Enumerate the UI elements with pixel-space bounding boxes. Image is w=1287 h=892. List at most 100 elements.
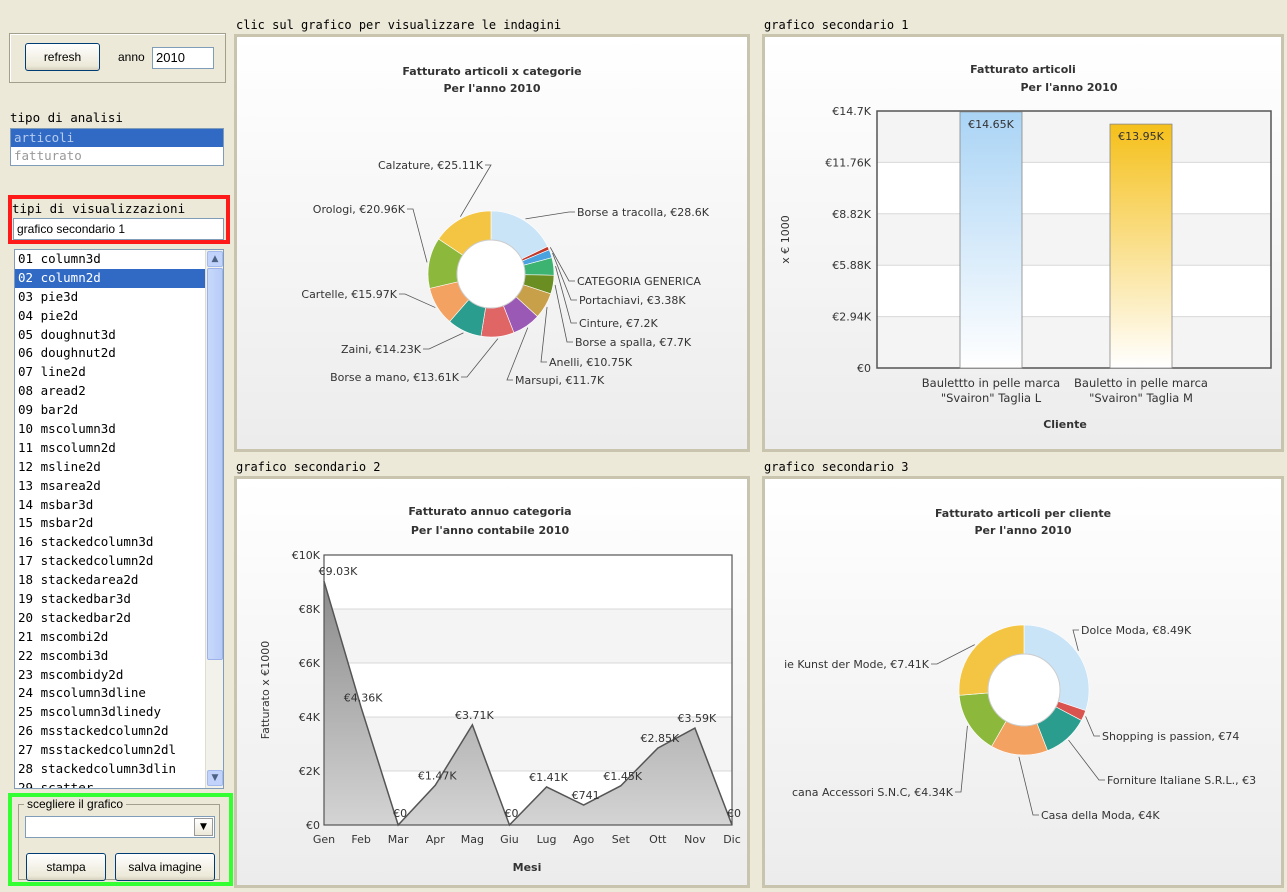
x-tick-label: Ago: [573, 833, 595, 846]
list-item[interactable]: 06 doughnut2d: [15, 344, 205, 363]
sec1-chart-panel[interactable]: Fatturato articoli Per l'anno 2010 €0 €2.94…: [762, 34, 1284, 452]
chart-title: Fatturato articoli: [970, 63, 1076, 76]
list-item[interactable]: 07 line2d: [15, 363, 205, 382]
scroll-thumb[interactable]: [207, 268, 223, 660]
x-tick-label: "Svairon" Taglia L: [941, 391, 1042, 405]
pie-leader-line: [555, 266, 577, 324]
list-item[interactable]: 09 bar2d: [15, 401, 205, 420]
visualizzazioni-heading: tipi di visualizzazioni: [12, 201, 186, 216]
list-item[interactable]: 22 mscombi3d: [15, 647, 205, 666]
anno-label: anno: [118, 50, 145, 64]
bar: [959, 111, 1023, 369]
pie-leader-line: [460, 164, 492, 217]
pie-label: cana Accessori S.N.C, €4.34K: [792, 786, 954, 799]
sec3-doughnut-chart[interactable]: Fatturato articoli per cliente Per l'anno…: [765, 479, 1281, 885]
list-item[interactable]: 24 mscolumn3dline: [15, 684, 205, 703]
chart-title: Fatturato articoli per cliente: [935, 507, 1111, 520]
list-item[interactable]: 13 msarea2d: [15, 477, 205, 496]
chart-type-list[interactable]: 01 column3d 02 column2d 03 pie3d 04 pie2d 05…: [14, 249, 224, 789]
pie-leader-line: [554, 284, 573, 343]
plot-band: [877, 162, 1271, 214]
area-value-label: €1.47K: [418, 769, 457, 782]
plot-band: [877, 213, 1271, 266]
list-item[interactable]: 18 stackedarea2d: [15, 571, 205, 590]
list-item[interactable]: 14 msbar3d: [15, 496, 205, 515]
sec2-chart-panel[interactable]: Fatturato annuo categoria Per l'anno cont…: [234, 476, 750, 888]
combo-dropdown-button[interactable]: ▼: [194, 818, 213, 836]
y-axis-label: x € 1000: [779, 215, 792, 264]
pie-leader-line: [506, 327, 529, 381]
list-item[interactable]: 15 msbar2d: [15, 514, 205, 533]
salva-immagine-button[interactable]: salva imagine: [115, 853, 215, 881]
area-value-label: €3.59K: [678, 712, 717, 725]
pie-label: Calzature, €25.11K: [378, 159, 484, 172]
pie-leader-line: [525, 211, 575, 220]
sec3-chart-panel[interactable]: Fatturato articoli per cliente Per l'anno…: [762, 476, 1284, 888]
list-item[interactable]: 29 scatter: [15, 779, 205, 788]
x-tick-label: Nov: [684, 833, 706, 846]
pie-label: Borse a tracolla, €28.6K: [577, 206, 710, 219]
anno-input[interactable]: 2010: [152, 47, 214, 69]
sec2-area-chart[interactable]: Fatturato annuo categoria Per l'anno cont…: [237, 479, 747, 885]
analisi-list[interactable]: articoli fatturato: [10, 128, 224, 166]
grafico-combo[interactable]: ▼: [25, 816, 215, 838]
main-panel-header: clic sul grafico per visualizzare le ind…: [236, 18, 562, 32]
list-item[interactable]: 17 stackedcolumn2d: [15, 552, 205, 571]
pie-label: Zaini, €14.23K: [341, 343, 422, 356]
list-item[interactable]: 08 aread2: [15, 382, 205, 401]
pie-leader-line: [407, 208, 428, 263]
area-value-label: €741: [572, 789, 600, 802]
y-tick-label: €5.88K: [832, 259, 871, 272]
pie-label: Dolce Moda, €8.49K: [1081, 624, 1192, 637]
list-item[interactable]: 20 stackedbar2d: [15, 609, 205, 628]
x-axis-label: Cliente: [1043, 418, 1087, 431]
x-tick-label: "Svairon" Taglia M: [1089, 391, 1193, 405]
list-scrollbar[interactable]: ▲ ▼: [205, 250, 223, 788]
x-tick-label: Set: [612, 833, 631, 846]
pie-label: Borse a spalla, €7.7K: [575, 336, 692, 349]
y-tick-label: €0: [306, 819, 320, 832]
y-tick-label: €8.82K: [832, 208, 871, 221]
scroll-down-button[interactable]: ▼: [207, 770, 223, 786]
list-item[interactable]: 04 pie2d: [15, 307, 205, 326]
list-item[interactable]: 03 pie3d: [15, 288, 205, 307]
main-doughnut-chart[interactable]: Fatturato articoli x categorie Per l'anno…: [237, 37, 747, 449]
area-value-label: €0: [393, 807, 407, 820]
scroll-up-button[interactable]: ▲: [207, 251, 223, 267]
list-item[interactable]: 28 stackedcolumn3dlin: [15, 760, 205, 779]
list-item[interactable]: 26 msstackedcolumn2d: [15, 722, 205, 741]
list-item[interactable]: 16 stackedcolumn3d: [15, 533, 205, 552]
list-item[interactable]: 27 msstackedcolumn2dl: [15, 741, 205, 760]
list-item[interactable]: 11 mscolumn2d: [15, 439, 205, 458]
x-tick-label: Dic: [723, 833, 741, 846]
area-value-label: €0: [727, 807, 741, 820]
list-item[interactable]: 23 mscombidy2d: [15, 666, 205, 685]
sec1-bar-chart[interactable]: Fatturato articoli Per l'anno 2010 €0 €2.94…: [765, 37, 1281, 449]
x-tick-label: Mar: [388, 833, 409, 846]
list-item[interactable]: 21 mscombi2d: [15, 628, 205, 647]
list-item[interactable]: 25 mscolumn3dlinedy: [15, 703, 205, 722]
x-tick-label: Feb: [351, 833, 370, 846]
list-item[interactable]: 12 msline2d: [15, 458, 205, 477]
pie-leader-line: [540, 306, 548, 363]
pie-label: Portachiavi, €3.38K: [579, 294, 686, 307]
analisi-option-fatturato[interactable]: fatturato: [11, 147, 223, 165]
main-chart-panel[interactable]: Fatturato articoli x categorie Per l'anno…: [234, 34, 750, 452]
pie-label: Casa della Moda, €4K: [1041, 809, 1160, 822]
refresh-button[interactable]: refresh: [25, 43, 100, 71]
x-tick-label: Lug: [537, 833, 557, 846]
plot-band: [324, 663, 732, 717]
list-item[interactable]: 01 column3d: [15, 250, 205, 269]
x-tick-label: Apr: [426, 833, 446, 846]
stampa-button[interactable]: stampa: [26, 853, 106, 881]
list-item[interactable]: 19 stackedbar3d: [15, 590, 205, 609]
pie-label: Borse a mano, €13.61K: [330, 371, 460, 384]
x-tick-label: Mag: [461, 833, 484, 846]
list-item[interactable]: 02 column2d: [15, 268, 205, 288]
list-item[interactable]: 10 mscolumn3d: [15, 420, 205, 439]
pie-leader-line: [1085, 716, 1100, 737]
visualizzazioni-input[interactable]: grafico secondario 1: [13, 218, 224, 240]
analisi-option-articoli[interactable]: articoli: [11, 129, 223, 147]
list-item[interactable]: 05 doughnut3d: [15, 326, 205, 345]
area-value-label: €4.36K: [344, 691, 383, 704]
